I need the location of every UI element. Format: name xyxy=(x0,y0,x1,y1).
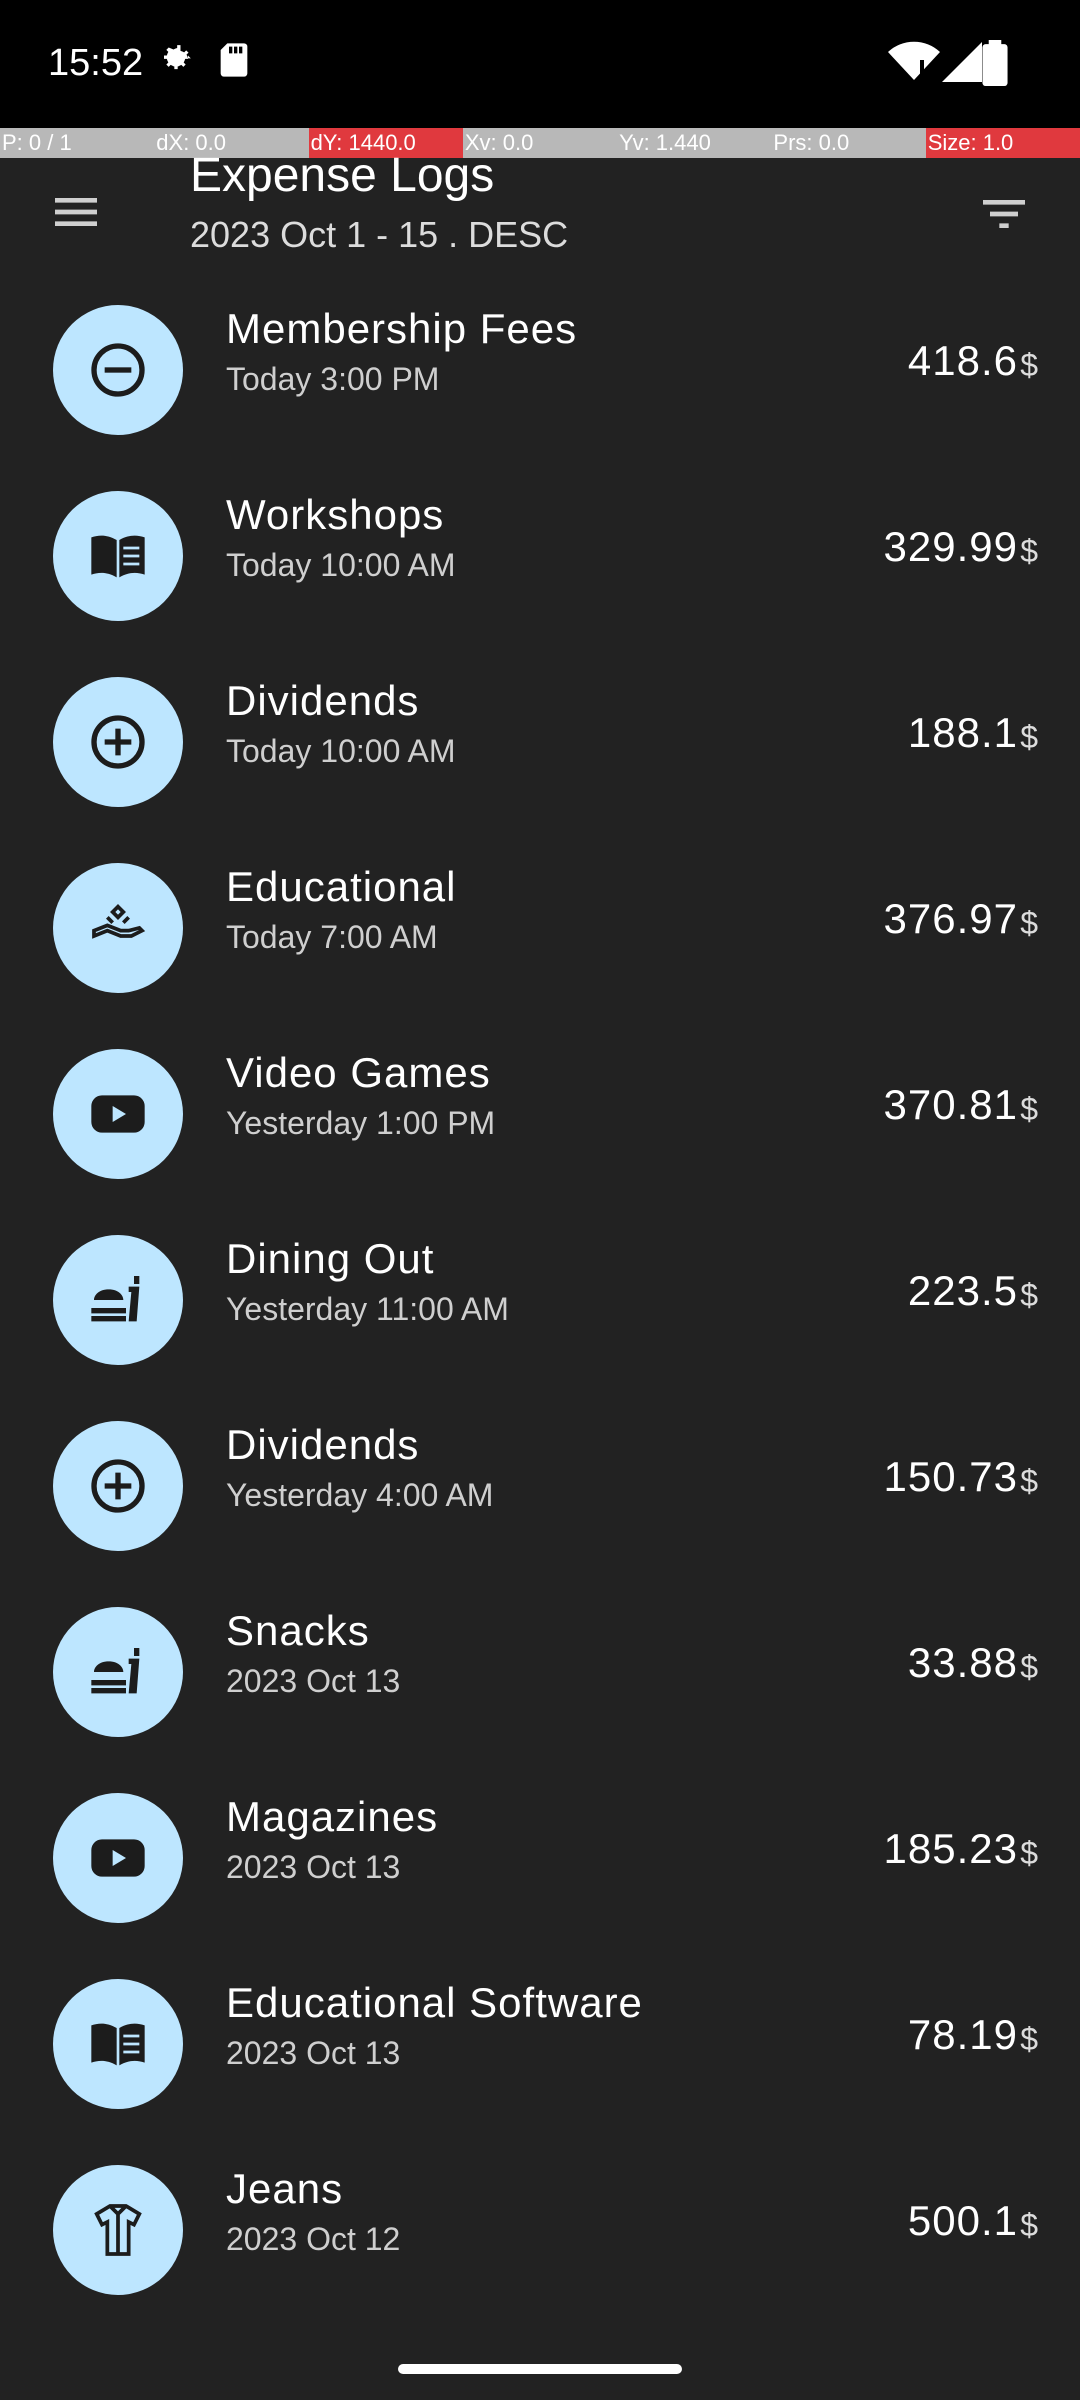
page-title: Expense Logs xyxy=(190,149,495,202)
expense-name: Dividends xyxy=(226,1421,420,1468)
menu-icon[interactable] xyxy=(48,184,104,240)
list-item[interactable]: Jeans 2023 Oct 12 500.1 $ xyxy=(0,2135,1080,2321)
expense-time: 2023 Oct 13 xyxy=(226,2035,401,2071)
expense-name: Jeans xyxy=(226,2165,344,2212)
expense-name: Snacks xyxy=(226,1607,370,1654)
expense-amount: 223.5 xyxy=(907,1267,1018,1314)
expense-time: Yesterday 11:00 AM xyxy=(226,1291,509,1327)
expense-amount: 150.73 xyxy=(883,1453,1018,1500)
expense-time: Yesterday 1:00 PM xyxy=(226,1105,496,1141)
category-avatar xyxy=(53,491,183,621)
debug-yv: Yv: 1.440 xyxy=(619,130,711,155)
debug-prs: Prs: 0.0 xyxy=(773,130,850,155)
expense-name: Membership Fees xyxy=(226,305,578,352)
gesture-nav-handle[interactable] xyxy=(398,2364,682,2374)
book-icon xyxy=(91,2023,145,2066)
book-icon xyxy=(91,535,145,578)
wifi-icon xyxy=(888,41,940,80)
currency-symbol: $ xyxy=(1020,1835,1038,1871)
list-item[interactable]: Dining Out Yesterday 11:00 AM 223.5 $ xyxy=(0,1205,1080,1391)
expense-amount: 376.97 xyxy=(883,895,1018,942)
expense-name: Dining Out xyxy=(226,1235,435,1282)
expense-time: 2023 Oct 12 xyxy=(226,2221,401,2257)
pointer-debug-bar: P: 0 / 1 dX: 0.0 dY: 1440.0 Xv: 0.0 Yv: … xyxy=(0,128,1080,158)
shirt-icon xyxy=(94,2204,142,2256)
page-subtitle: 2023 Oct 1 - 15 . DESC xyxy=(190,214,569,255)
add-circle-icon xyxy=(91,715,145,769)
category-avatar xyxy=(53,2165,183,2295)
category-avatar xyxy=(53,1049,183,1179)
list-item[interactable]: Educational Today 7:00 AM 376.97 $ xyxy=(0,833,1080,1019)
currency-symbol: $ xyxy=(1020,2207,1038,2243)
currency-symbol: $ xyxy=(1020,1649,1038,1685)
expense-name: Workshops xyxy=(226,491,445,538)
expense-name: Video Games xyxy=(226,1049,491,1096)
currency-symbol: $ xyxy=(1020,1463,1038,1499)
list-item[interactable]: Educational Software 2023 Oct 13 78.19 $ xyxy=(0,1949,1080,2135)
video-play-icon xyxy=(91,1839,145,1877)
expense-time: Today 7:00 AM xyxy=(226,919,438,955)
list-item[interactable]: Membership Fees Today 3:00 PM 418.6 $ xyxy=(0,275,1080,461)
app-bar: Expense Logs 2023 Oct 1 - 15 . DESC xyxy=(0,149,1080,268)
list-item[interactable]: Dividends Today 10:00 AM 188.1 $ xyxy=(0,647,1080,833)
expense-time: Today 10:00 AM xyxy=(226,547,456,583)
expense-name: Educational Software xyxy=(226,1979,643,2026)
add-circle-icon xyxy=(91,1459,145,1513)
expense-amount: 329.99 xyxy=(883,523,1018,570)
list-item[interactable]: Workshops Today 10:00 AM 329.99 $ xyxy=(0,461,1080,647)
expense-name: Educational xyxy=(226,863,457,910)
currency-symbol: $ xyxy=(1020,719,1038,755)
currency-symbol: $ xyxy=(1020,1091,1038,1127)
battery-icon xyxy=(982,40,1008,86)
list-item[interactable]: Magazines 2023 Oct 13 185.23 $ xyxy=(0,1763,1080,1949)
debug-pointer: P: 0 / 1 xyxy=(2,130,72,155)
status-time: 15:52 xyxy=(48,42,144,84)
list-item[interactable]: Snacks 2023 Oct 13 33.88 $ xyxy=(0,1577,1080,1763)
fastfood-icon xyxy=(91,1648,140,1694)
expense-time: 2023 Oct 13 xyxy=(226,1849,401,1885)
signal-icon xyxy=(942,42,982,82)
filter-icon[interactable] xyxy=(976,186,1032,242)
category-avatar xyxy=(53,677,183,807)
debug-size: Size: 1.0 xyxy=(925,128,1080,158)
category-avatar xyxy=(53,1793,183,1923)
currency-symbol: $ xyxy=(1020,533,1038,569)
expense-name: Dividends xyxy=(226,677,420,724)
expense-amount: 185.23 xyxy=(883,1825,1018,1872)
list-item[interactable]: Dividends Yesterday 4:00 AM 150.73 $ xyxy=(0,1391,1080,1577)
expense-amount: 188.1 xyxy=(907,709,1018,756)
expense-amount: 78.19 xyxy=(907,2011,1018,2058)
video-play-icon xyxy=(91,1095,145,1133)
expense-name: Magazines xyxy=(226,1793,439,1840)
expense-amount: 500.1 xyxy=(907,2197,1018,2244)
expense-amount: 418.6 xyxy=(907,337,1018,384)
fastfood-icon xyxy=(91,1276,140,1322)
category-avatar xyxy=(53,305,183,435)
expense-amount: 370.81 xyxy=(883,1081,1018,1128)
currency-symbol: $ xyxy=(1020,1277,1038,1313)
expense-time: Yesterday 4:00 AM xyxy=(226,1477,494,1513)
settings-icon xyxy=(164,45,191,70)
currency-symbol: $ xyxy=(1020,2021,1038,2057)
list-item[interactable]: Video Games Yesterday 1:00 PM 370.81 $ xyxy=(0,1019,1080,1205)
category-avatar xyxy=(53,1421,183,1551)
expense-time: 2023 Oct 13 xyxy=(226,1663,401,1699)
currency-symbol: $ xyxy=(1020,905,1038,941)
status-bar: 15:52 xyxy=(0,0,1080,128)
category-avatar xyxy=(53,863,183,993)
expense-list: Membership Fees Today 3:00 PM 418.6 $ Wo… xyxy=(0,275,1080,2321)
expense-time: Today 10:00 AM xyxy=(226,733,456,769)
expense-time: Today 3:00 PM xyxy=(226,361,440,397)
currency-symbol: $ xyxy=(1020,347,1038,383)
sd-card-icon xyxy=(220,43,248,77)
category-avatar xyxy=(53,1979,183,2109)
remove-circle-icon xyxy=(91,343,145,397)
category-avatar xyxy=(53,1235,183,1365)
hand-donation-icon xyxy=(92,904,146,939)
expense-amount: 33.88 xyxy=(907,1639,1018,1686)
category-avatar xyxy=(53,1607,183,1737)
